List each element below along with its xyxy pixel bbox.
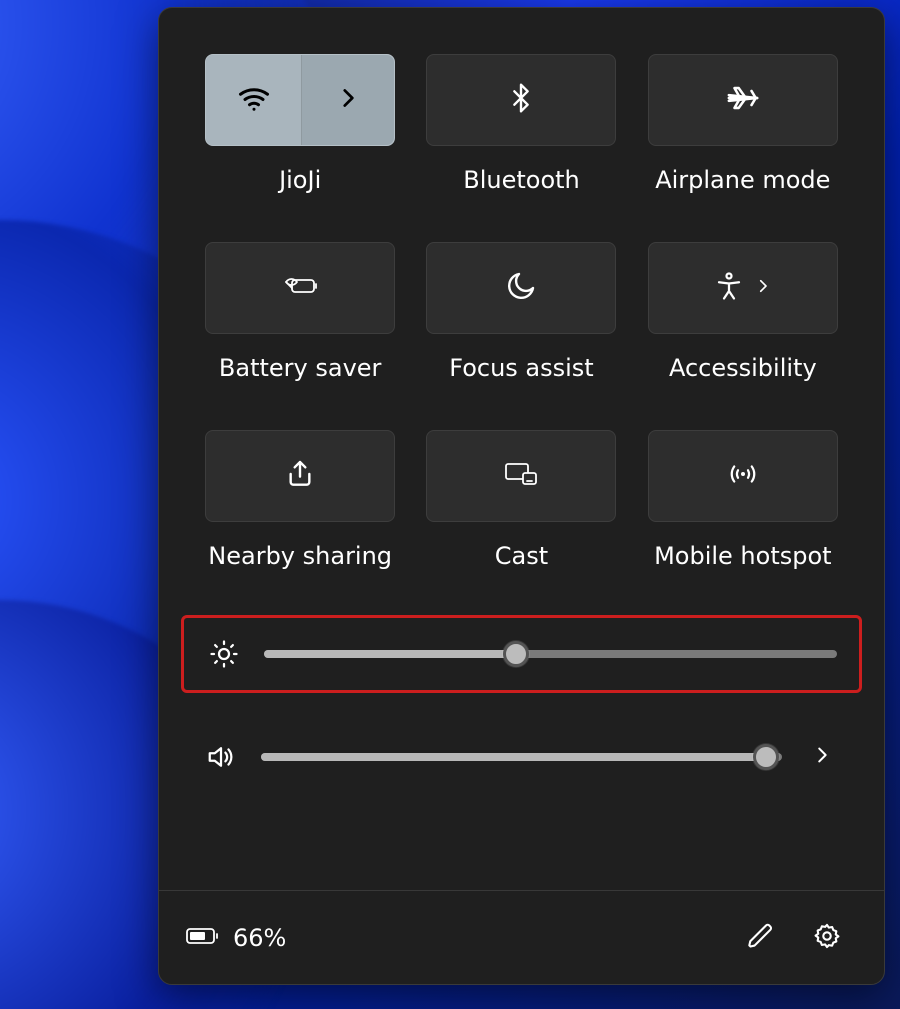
edit-quick-settings-button[interactable] xyxy=(734,911,788,965)
accessibility-tile[interactable] xyxy=(648,242,838,334)
focus-assist-label: Focus assist xyxy=(449,354,593,382)
focus-assist-tile[interactable] xyxy=(426,242,616,334)
nearby-sharing-tile[interactable] xyxy=(205,430,395,522)
wifi-tile[interactable] xyxy=(205,54,395,146)
quick-settings-panel: JioJi Bluetooth xyxy=(158,7,885,985)
cast-tile[interactable] xyxy=(426,430,616,522)
accessibility-label: Accessibility xyxy=(669,354,817,382)
airplane-icon xyxy=(726,81,760,119)
chevron-right-icon xyxy=(335,85,361,115)
wifi-label: JioJi xyxy=(279,166,321,194)
brightness-icon xyxy=(206,639,242,669)
bluetooth-label: Bluetooth xyxy=(463,166,580,194)
wifi-icon xyxy=(236,80,272,120)
battery-saver-label: Battery saver xyxy=(219,354,382,382)
battery-saver-icon xyxy=(280,271,320,305)
battery-saver-tile[interactable] xyxy=(205,242,395,334)
bluetooth-tile[interactable] xyxy=(426,54,616,146)
quick-settings-grid: JioJi Bluetooth xyxy=(159,8,884,570)
chevron-right-icon xyxy=(811,744,833,770)
nearby-sharing-label: Nearby sharing xyxy=(208,542,392,570)
volume-slider-thumb[interactable] xyxy=(753,744,779,770)
sliders-section xyxy=(159,570,884,821)
wifi-toggle[interactable] xyxy=(206,55,302,145)
cast-label: Cast xyxy=(495,542,548,570)
hotspot-icon xyxy=(726,459,760,493)
gear-icon xyxy=(813,922,841,954)
cast-icon xyxy=(503,459,539,493)
battery-percent-text: 66% xyxy=(233,924,286,952)
brightness-slider[interactable] xyxy=(264,650,837,658)
moon-icon xyxy=(505,270,537,306)
brightness-slider-thumb[interactable] xyxy=(503,641,529,667)
mobile-hotspot-tile[interactable] xyxy=(648,430,838,522)
quick-settings-footer: 66% xyxy=(159,890,884,984)
accessibility-icon xyxy=(714,271,744,305)
settings-button[interactable] xyxy=(800,911,854,965)
volume-slider-row xyxy=(181,721,862,793)
pencil-icon xyxy=(747,922,775,954)
battery-icon xyxy=(185,924,221,952)
bluetooth-icon xyxy=(505,82,537,118)
volume-slider[interactable] xyxy=(261,753,782,761)
volume-output-button[interactable] xyxy=(804,744,840,770)
battery-status[interactable]: 66% xyxy=(185,924,286,952)
wifi-expand-button[interactable] xyxy=(302,55,394,145)
airplane-mode-label: Airplane mode xyxy=(655,166,830,194)
share-icon xyxy=(284,458,316,494)
speaker-icon[interactable] xyxy=(203,742,239,772)
mobile-hotspot-label: Mobile hotspot xyxy=(654,542,832,570)
brightness-slider-row xyxy=(181,615,862,693)
chevron-right-icon xyxy=(754,277,772,299)
airplane-mode-tile[interactable] xyxy=(648,54,838,146)
